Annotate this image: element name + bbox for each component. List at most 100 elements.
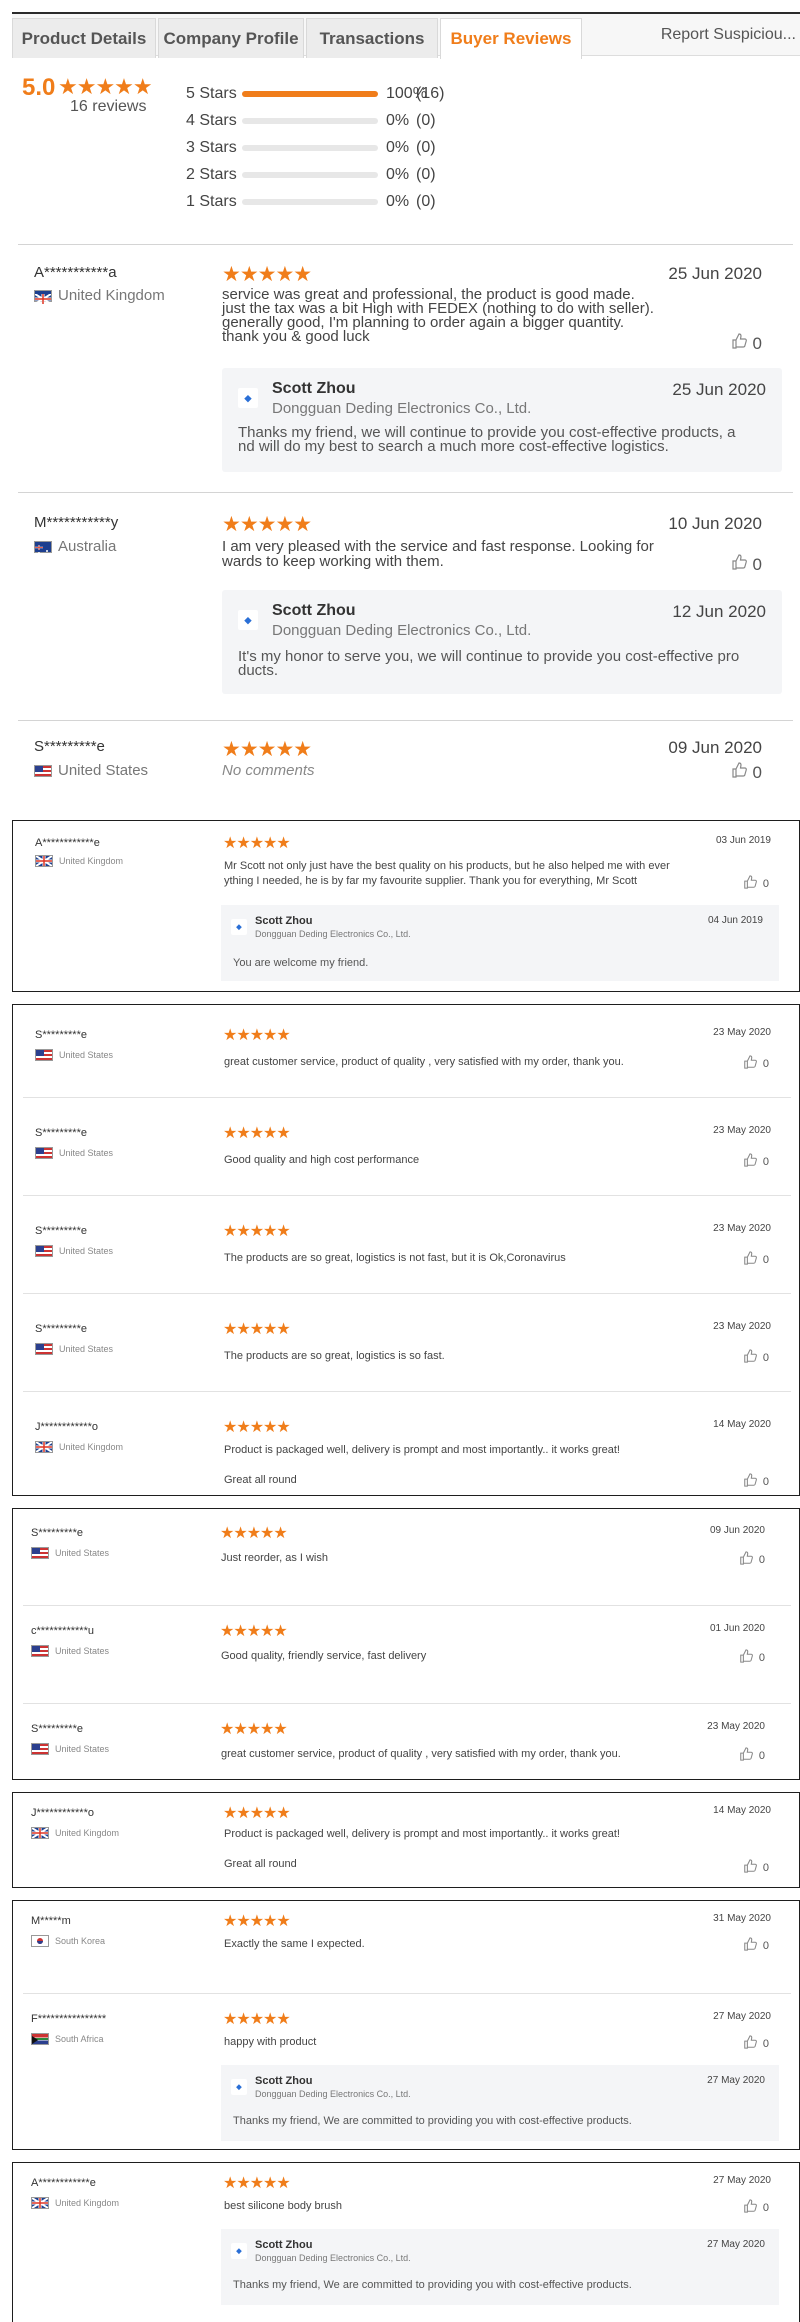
review-date: 23 May 2020	[713, 1125, 771, 1136]
reviewer-name: A************e	[31, 2177, 96, 2189]
review-date: 14 May 2020	[713, 1419, 771, 1430]
south-africa-flag-icon	[31, 2033, 49, 2045]
distribution-count: (0)	[416, 193, 436, 210]
reply-date: 27 May 2020	[707, 2075, 765, 2086]
distribution-pct: 0%	[386, 166, 410, 183]
review-screenshot-frame: A************e United Kingdom ★★★★★ 03 J…	[12, 820, 800, 992]
like-button[interactable]: 0	[743, 1937, 769, 1954]
like-button[interactable]: 0	[731, 554, 762, 575]
like-count: 0	[762, 1253, 769, 1266]
review-stars-icon: ★★★★★	[223, 1125, 291, 1142]
like-count: 0	[762, 1939, 769, 1952]
reviewer-country: United States	[31, 1743, 109, 1755]
thumbs-up-icon	[743, 1251, 757, 1268]
reply-date: 04 Jun 2019	[707, 915, 763, 926]
review-date: 27 May 2020	[713, 2011, 771, 2022]
like-button[interactable]: 0	[743, 1349, 769, 1366]
like-count: 0	[762, 1475, 769, 1488]
divider	[18, 244, 793, 245]
like-button[interactable]: 0	[743, 875, 769, 892]
reviewer-name: A************e	[35, 837, 100, 849]
review-date: 09 Jun 2020	[709, 1525, 765, 1536]
like-count: 0	[762, 2201, 769, 2214]
reviewer-country: United States	[34, 762, 148, 779]
thumbs-up-icon	[739, 1649, 753, 1666]
like-button[interactable]: 0	[743, 1055, 769, 1072]
like-button[interactable]: 0	[731, 333, 762, 354]
thumbs-up-icon	[743, 2199, 757, 2216]
supplier-logo-icon: ◆	[231, 919, 247, 935]
like-count: 0	[762, 2037, 769, 2050]
thumbs-up-icon	[743, 875, 757, 892]
distribution-row-5: 5 Stars 100% (16)	[186, 84, 456, 104]
review-screenshot-frame: S*********e United States ★★★★★ 09 Jun 2…	[12, 1508, 800, 1780]
reviewer-country: Australia	[34, 538, 116, 555]
reply-author: Scott Zhou	[272, 380, 356, 397]
reviewer-name: F****************	[31, 2013, 107, 2025]
uk-flag-icon	[35, 855, 53, 867]
country-label: United States	[55, 1548, 110, 1558]
distribution-row-1: 1 Stars 0% (0)	[186, 192, 456, 212]
review-date: 14 May 2020	[713, 1805, 771, 1816]
review-date: 23 May 2020	[713, 1321, 771, 1332]
like-count: 0	[758, 1553, 765, 1566]
review-stars-icon: ★★★★★	[223, 1223, 291, 1240]
like-button[interactable]: 0	[743, 2035, 769, 2052]
country-label: Australia	[58, 538, 117, 555]
reply-author: Scott Zhou	[255, 2075, 313, 2087]
thumbs-up-icon	[743, 1349, 757, 1366]
review-stars-icon: ★★★★★	[223, 1419, 291, 1436]
reply-date: 27 May 2020	[707, 2239, 765, 2250]
review-stars-icon: ★★★★★	[223, 1321, 291, 1338]
reviewer-country: United Kingdom	[35, 1441, 123, 1453]
tab-buyer-reviews[interactable]: Buyer Reviews	[440, 18, 582, 59]
reply-text: Thanks my friend, we will continue to pr…	[238, 424, 736, 455]
review-text: Just reorder, as I wish	[221, 1552, 328, 1564]
like-button[interactable]: 0	[739, 1747, 765, 1764]
country-label: South Korea	[55, 1936, 106, 1946]
country-label: United Kingdom	[59, 1442, 124, 1452]
distribution-count: (0)	[416, 166, 436, 183]
thumbs-up-icon	[731, 554, 747, 575]
reviewer-name: M*****m	[31, 1915, 71, 1927]
review-date: 27 May 2020	[713, 2175, 771, 2186]
distribution-label: 2 Stars	[186, 166, 237, 183]
like-button[interactable]: 0	[743, 1473, 769, 1490]
uk-flag-icon	[35, 1441, 53, 1453]
reply-author: Scott Zhou	[272, 602, 356, 619]
reviewer-country: United Kingdom	[34, 287, 165, 305]
like-button[interactable]: 0	[739, 1649, 765, 1666]
like-button[interactable]: 0	[743, 1251, 769, 1268]
reviewer-country: United Kingdom	[31, 1827, 119, 1839]
like-button[interactable]: 0	[743, 1153, 769, 1170]
like-button[interactable]: 0	[739, 1551, 765, 1568]
review-stars-icon: ★★★★★	[222, 513, 312, 536]
tab-product-details[interactable]: Product Details	[12, 18, 156, 58]
report-suspicious-link[interactable]: Report Suspiciou...	[661, 26, 796, 44]
like-button[interactable]: 0	[743, 2199, 769, 2216]
country-label: United States	[55, 1646, 110, 1656]
reviewer-country: United States	[35, 1245, 113, 1257]
like-button[interactable]: 0	[743, 1859, 769, 1876]
tab-transactions[interactable]: Transactions	[306, 18, 438, 58]
like-button[interactable]: 0	[731, 762, 762, 783]
review-date: 23 May 2020	[713, 1223, 771, 1234]
country-label: United Kingdom	[55, 1828, 120, 1838]
supplier-logo-icon: ◆	[238, 388, 258, 408]
reviewer-name: J************o	[35, 1421, 98, 1433]
review-text: best silicone body brush	[224, 2200, 343, 2212]
reply-date: 25 Jun 2020	[672, 380, 766, 399]
reply-company: Dongguan Deding Electronics Co., Ltd.	[255, 2253, 411, 2263]
distribution-row-2: 2 Stars 0% (0)	[186, 165, 456, 185]
country-label: United States	[59, 1148, 114, 1158]
review-screenshot-frame: A************e United Kingdom ★★★★★ 27 M…	[12, 2162, 800, 2322]
review-stars-icon: ★★★★★	[220, 1721, 288, 1738]
tab-company-profile[interactable]: Company Profile	[158, 18, 304, 58]
review-text: No comments	[222, 762, 315, 779]
distribution-label: 4 Stars	[186, 112, 237, 129]
review-stars-icon: ★★★★★	[223, 1027, 291, 1044]
tab-bar: Product Details Company Profile Transact…	[12, 12, 800, 59]
like-count: 0	[752, 333, 762, 353]
reply-company: Dongguan Deding Electronics Co., Ltd.	[272, 400, 532, 417]
review-text: Good quality, friendly service, fast del…	[221, 1650, 427, 1662]
